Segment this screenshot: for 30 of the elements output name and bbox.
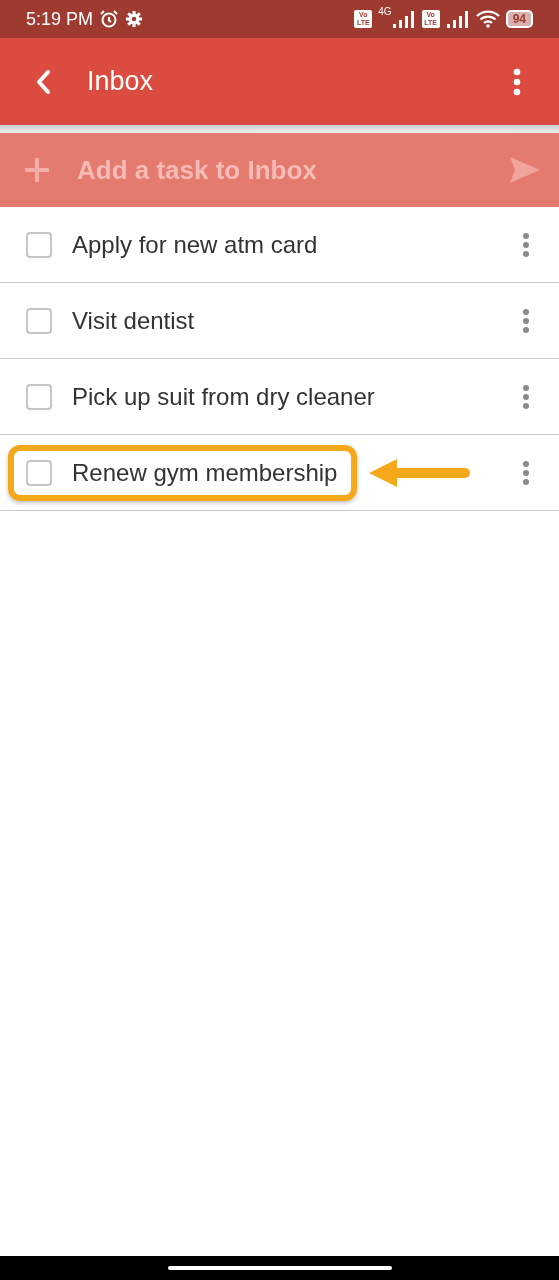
task-checkbox[interactable]	[26, 307, 52, 334]
task-checkbox[interactable]	[26, 459, 52, 486]
alarm-icon	[99, 9, 120, 29]
task-title: Visit dentist	[72, 306, 195, 335]
battery-level: 94	[505, 10, 533, 28]
task-title: Apply for new atm card	[72, 230, 318, 259]
more-icon[interactable]	[522, 459, 530, 486]
task-row[interactable]: Apply for new atm card	[0, 207, 559, 283]
more-icon[interactable]	[513, 67, 521, 96]
clock-time: 5:19 PM	[26, 8, 94, 30]
wifi-icon	[475, 10, 500, 28]
task-row[interactable]: Visit dentist	[0, 283, 559, 359]
task-title: Pick up suit from dry cleaner	[72, 382, 375, 411]
signal-icon	[445, 10, 470, 28]
back-icon[interactable]	[35, 68, 51, 95]
task-checkbox[interactable]	[26, 383, 52, 410]
more-icon[interactable]	[522, 383, 530, 410]
more-icon[interactable]	[522, 231, 530, 258]
network-type: 4G	[378, 6, 392, 17]
task-checkbox[interactable]	[26, 231, 52, 258]
task-row[interactable]: Renew gym membership	[0, 435, 559, 511]
more-icon[interactable]	[522, 307, 530, 334]
task-title: Renew gym membership	[72, 458, 338, 487]
task-row[interactable]: Pick up suit from dry cleaner	[0, 359, 559, 435]
add-task-field[interactable]: Add a task to Inbox	[75, 153, 485, 187]
settings-icon	[125, 10, 144, 28]
screen-title: Inbox	[87, 66, 155, 97]
add-task-bar[interactable]: Add a task to Inbox	[0, 133, 559, 207]
signal-icon	[391, 10, 416, 28]
plus-icon	[23, 156, 51, 184]
